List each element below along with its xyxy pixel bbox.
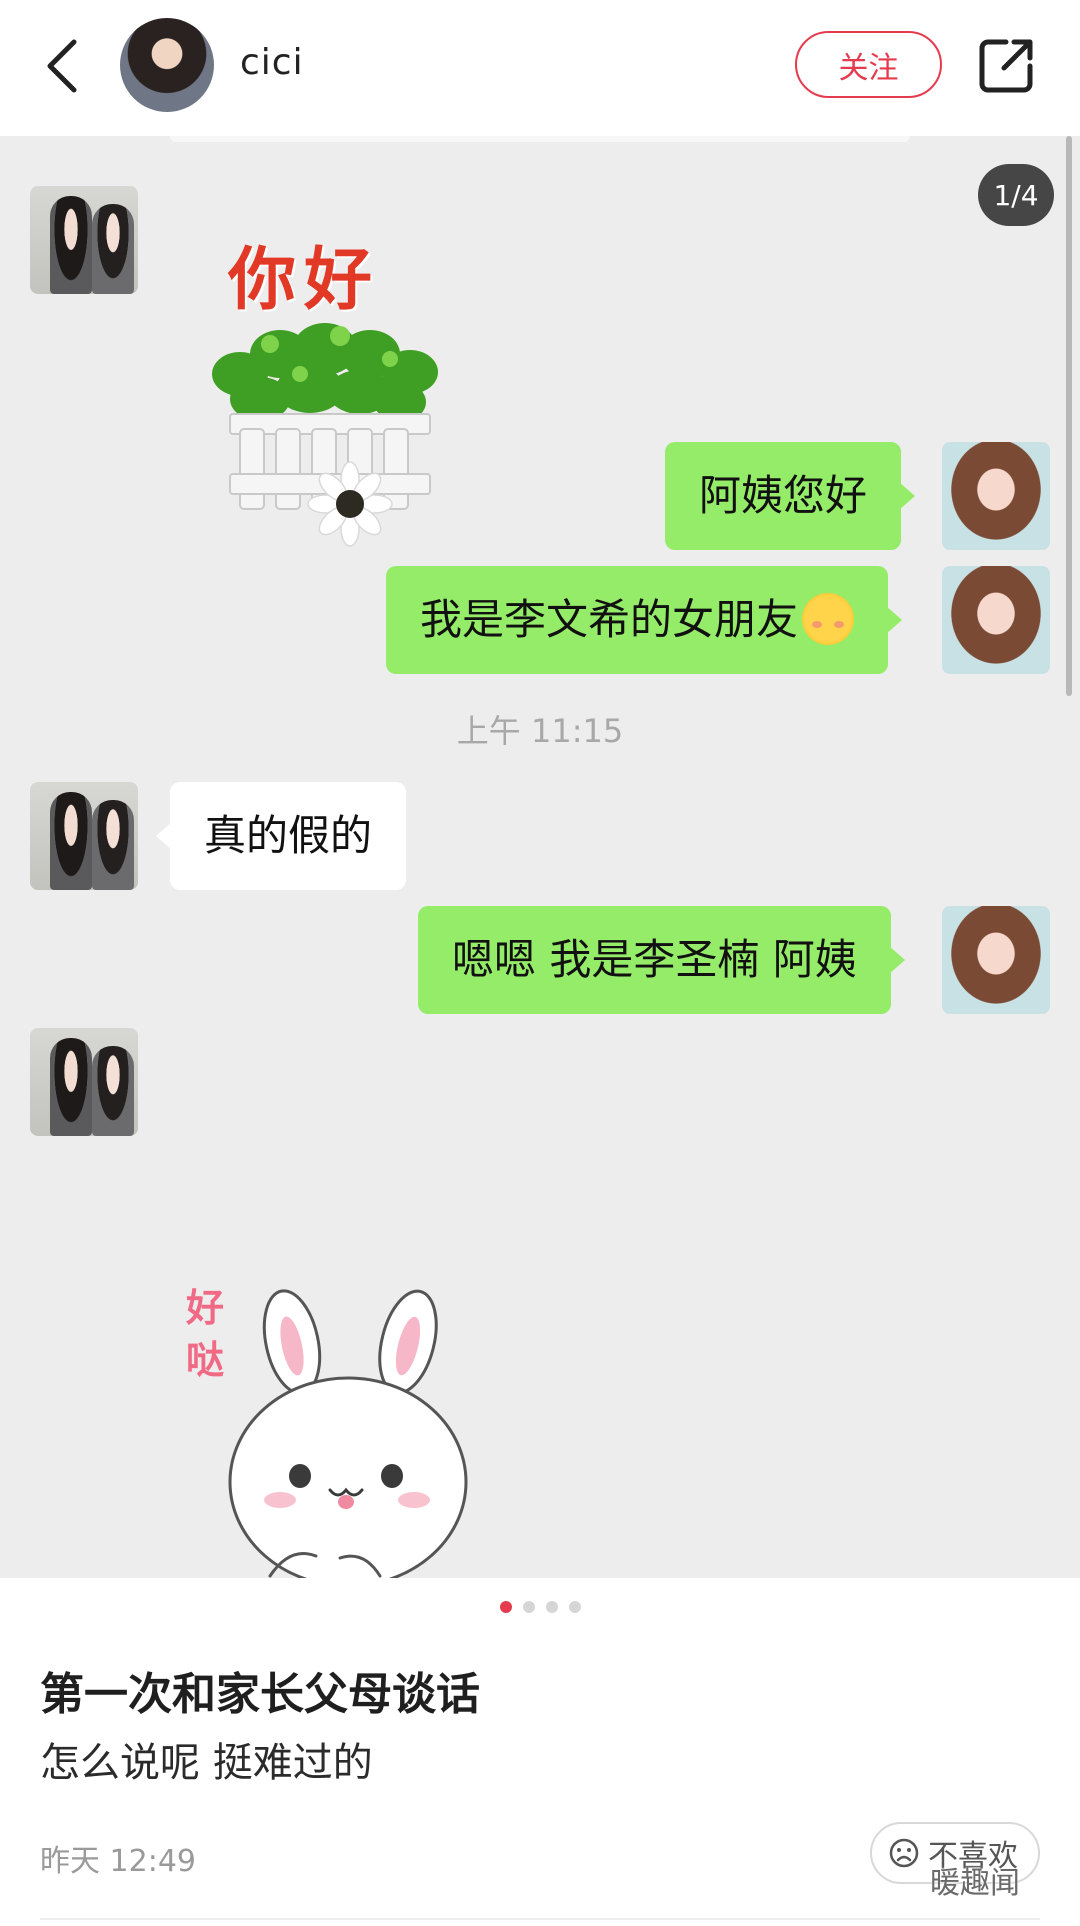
post-timestamp: 昨天 12:49 (40, 1844, 196, 1879)
contact-avatar (30, 1028, 138, 1136)
blush-emoji-icon (802, 592, 855, 645)
follow-button[interactable]: 关注 (795, 31, 942, 98)
hello-flower-sticker: 你好 (200, 224, 460, 554)
top-bar: cici 关注 (0, 0, 1080, 136)
image-page-indicator: 1/4 (978, 164, 1054, 226)
my-avatar (942, 442, 1050, 550)
share-icon (979, 39, 1033, 93)
post-title: 第一次和家长父母谈话 (40, 1669, 480, 1720)
sent-message-bubble: 阿姨您好 (665, 442, 916, 550)
carousel-dot[interactable] (545, 1601, 558, 1613)
sent-message-bubble: 我是李文希的女朋友 (386, 566, 903, 674)
share-button[interactable] (978, 36, 1036, 94)
carousel-dot-active[interactable] (499, 1601, 512, 1613)
contact-avatar (30, 186, 138, 294)
flower-fence-icon (212, 323, 438, 547)
screenshot-top-edge (170, 136, 910, 142)
bunny-icon (228, 1289, 468, 1578)
back-button[interactable] (38, 28, 102, 104)
sad-face-icon (889, 1838, 919, 1868)
post-image-chat-screenshot[interactable]: 1/4 你好 阿姨您好 我是李文希的女朋友 上午 11:15 真的假的 嗯嗯 我… (0, 136, 1080, 1578)
bunny-ok-sticker: 好哒 (180, 1282, 480, 1612)
watermark-text: 暖趣闻 (930, 1866, 1020, 1901)
chat-timestamp: 上午 11:15 (456, 712, 624, 750)
post-body-text: 怎么说呢 挺难过的 (40, 1740, 373, 1786)
message-text: 我是李文希的女朋友 (420, 595, 799, 644)
contact-avatar (30, 782, 138, 890)
my-avatar (942, 906, 1050, 1014)
author-avatar[interactable] (120, 18, 214, 112)
my-avatar (942, 566, 1050, 674)
chevron-left-icon (47, 39, 77, 93)
author-username[interactable]: cici (240, 42, 304, 83)
carousel-dots (0, 1601, 1080, 1613)
sent-message-bubble: 嗯嗯 我是李圣楠 阿姨 (418, 906, 905, 1014)
carousel-dot[interactable] (568, 1601, 581, 1613)
carousel-dot[interactable] (522, 1601, 535, 1613)
divider (40, 1918, 1040, 1920)
received-message-bubble: 真的假的 (155, 782, 407, 890)
screenshot-scrollbar (1066, 136, 1072, 696)
